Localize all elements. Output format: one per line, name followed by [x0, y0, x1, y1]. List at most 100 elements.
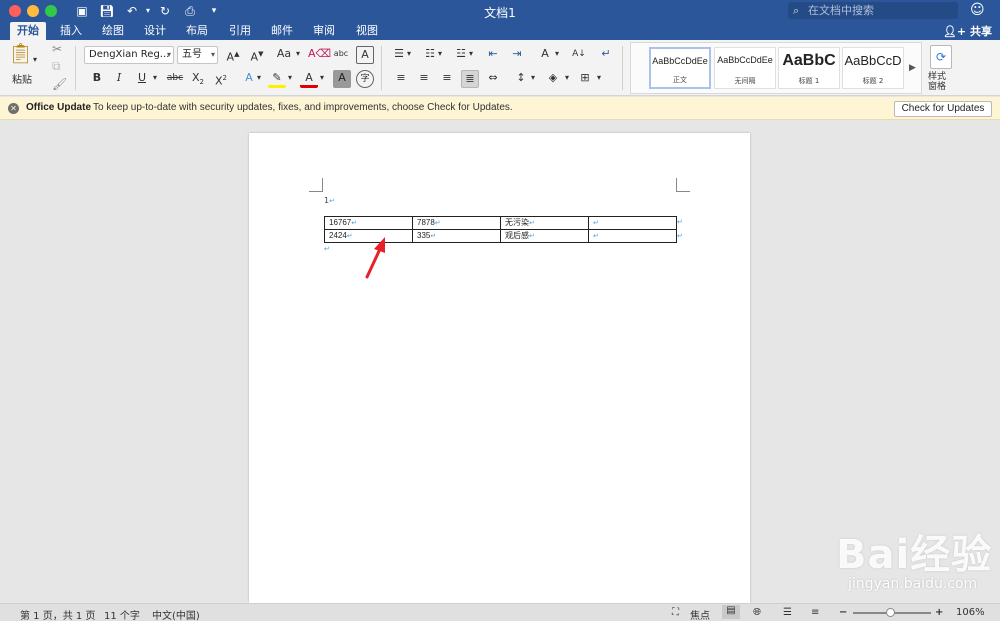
word-count[interactable]: 11 个字: [104, 607, 140, 621]
focus-label[interactable]: 焦点: [690, 607, 710, 621]
show-paragraph-marks-icon[interactable]: ↵: [597, 46, 615, 64]
highlight-icon[interactable]: ✎: [268, 70, 286, 88]
multilevel-list-dropdown-icon[interactable]: ▾: [469, 46, 473, 62]
tab-layout[interactable]: 布局: [179, 22, 215, 40]
paste-label[interactable]: 粘贴: [12, 73, 32, 89]
style-normal[interactable]: AaBbCcDdEe 正文: [649, 47, 711, 89]
zoom-level[interactable]: 106%: [956, 607, 985, 618]
tab-insert[interactable]: 插入: [53, 22, 89, 40]
tab-review[interactable]: 审阅: [306, 22, 342, 40]
borders-dropdown-icon[interactable]: ▾: [597, 70, 601, 86]
numbering-icon[interactable]: ☷: [421, 46, 439, 64]
font-size-select[interactable]: 五号 ▾: [177, 46, 218, 64]
font-color-dropdown-icon[interactable]: ▾: [320, 70, 324, 86]
text-effects-dropdown-icon[interactable]: ▾: [257, 70, 261, 86]
borders-icon[interactable]: ⊞: [576, 70, 594, 88]
enclose-characters-icon[interactable]: 字: [356, 70, 374, 88]
document-page[interactable]: 1↵ 16767↵ 7878↵ 无污染↵ ↵ 2424↵ 335↵ 观后感↵ ↵…: [249, 133, 750, 603]
update-message-bar: ✕ Office Update To keep up-to-date with …: [0, 97, 1000, 120]
web-layout-icon[interactable]: 🌐︎: [753, 607, 761, 618]
table-cell[interactable]: 16767↵: [324, 216, 413, 230]
asian-layout-icon[interactable]: A: [536, 46, 554, 64]
language-indicator[interactable]: 中文(中国): [152, 607, 200, 621]
style-heading-2[interactable]: AaBbCcD 标题 2: [842, 47, 904, 89]
bold-icon[interactable]: B: [88, 70, 106, 88]
strikethrough-icon[interactable]: abc: [166, 70, 184, 88]
tab-view[interactable]: 视图: [349, 22, 385, 40]
styles-more-chevron-icon[interactable]: ▶: [909, 60, 916, 76]
distributed-icon[interactable]: ⇔: [484, 70, 502, 88]
cell-text: 无污染: [505, 218, 529, 227]
styles-pane-icon[interactable]: ⟳: [930, 45, 952, 69]
page-count[interactable]: 第 1 页，共 1 页: [20, 607, 95, 621]
search-placeholder: 在文档中搜索: [808, 4, 874, 17]
styles-pane-button[interactable]: 样式 窗格: [928, 72, 946, 92]
cut-icon[interactable]: ✂: [52, 41, 62, 57]
align-right-icon[interactable]: ≡: [438, 70, 456, 88]
clear-formatting-icon[interactable]: A⌫: [308, 46, 331, 64]
tab-mailings[interactable]: 邮件: [264, 22, 300, 40]
decrease-indent-icon[interactable]: ⇤: [484, 46, 502, 64]
shading-icon[interactable]: ◈: [544, 70, 562, 88]
style-sample: AaBbCcDdEe: [652, 56, 708, 66]
share-button[interactable]: 👤︎+ 共享: [943, 23, 992, 39]
bullets-icon[interactable]: ☰: [390, 46, 408, 64]
subscript-icon[interactable]: X2: [189, 70, 207, 88]
font-color-icon[interactable]: A: [300, 70, 318, 88]
check-for-updates-button[interactable]: Check for Updates: [894, 101, 992, 117]
table-cell[interactable]: 335↵: [412, 229, 501, 243]
format-painter-icon[interactable]: 🖌︎: [52, 76, 67, 92]
close-icon[interactable]: ✕: [8, 103, 19, 114]
character-shading-icon[interactable]: A: [333, 70, 351, 88]
numbering-dropdown-icon[interactable]: ▾: [438, 46, 442, 62]
tab-references[interactable]: 引用: [222, 22, 258, 40]
copy-icon[interactable]: ⧉: [52, 58, 61, 74]
superscript-icon[interactable]: X2: [212, 70, 230, 88]
outline-view-icon[interactable]: ☰: [783, 607, 792, 618]
line-spacing-icon[interactable]: ↕: [512, 70, 530, 88]
zoom-slider-thumb[interactable]: [886, 608, 895, 617]
align-center-icon[interactable]: ≡: [415, 70, 433, 88]
align-left-icon[interactable]: ≡: [392, 70, 410, 88]
multilevel-list-icon[interactable]: ☳: [452, 46, 470, 64]
tab-design[interactable]: 设计: [137, 22, 173, 40]
style-heading-1[interactable]: AaBbC 标题 1: [778, 47, 840, 89]
grow-font-icon[interactable]: A▲: [224, 46, 242, 64]
font-name-select[interactable]: DengXian Reg... ▾: [84, 46, 174, 64]
phonetic-guide-icon[interactable]: abc: [332, 46, 350, 64]
table-cell[interactable]: 观后感↵: [500, 229, 589, 243]
table-cell[interactable]: ↵: [588, 216, 677, 230]
table-cell[interactable]: 7878↵: [412, 216, 501, 230]
focus-icon[interactable]: ⛶: [672, 607, 679, 618]
change-case-dropdown-icon[interactable]: ▾: [296, 46, 300, 62]
tab-draw[interactable]: 绘图: [95, 22, 131, 40]
print-layout-icon[interactable]: ▤: [722, 605, 740, 619]
cell-text: 335: [417, 231, 431, 240]
justify-icon[interactable]: ≣: [461, 70, 479, 88]
underline-icon[interactable]: U: [133, 70, 151, 88]
asian-layout-dropdown-icon[interactable]: ▾: [555, 46, 559, 62]
highlight-dropdown-icon[interactable]: ▾: [288, 70, 292, 86]
tab-home[interactable]: 开始: [10, 22, 46, 40]
table-cell[interactable]: 无污染↵: [500, 216, 589, 230]
zoom-in-icon[interactable]: +: [935, 607, 943, 618]
text-effects-icon[interactable]: A: [240, 70, 258, 88]
shrink-font-icon[interactable]: A▼: [248, 46, 266, 64]
line-spacing-dropdown-icon[interactable]: ▾: [531, 70, 535, 86]
increase-indent-icon[interactable]: ⇥: [508, 46, 526, 64]
search-input[interactable]: ⌕ 在文档中搜索: [788, 2, 958, 19]
zoom-out-icon[interactable]: −: [839, 607, 847, 618]
character-border-icon[interactable]: A: [356, 46, 374, 64]
underline-dropdown-icon[interactable]: ▾: [153, 70, 157, 86]
bullets-dropdown-icon[interactable]: ▾: [407, 46, 411, 62]
paste-clipboard-icon[interactable]: 📋︎: [8, 43, 33, 71]
table-cell[interactable]: ↵: [588, 229, 677, 243]
style-no-spacing[interactable]: AaBbCcDdEe 无间隔: [714, 47, 776, 89]
shading-dropdown-icon[interactable]: ▾: [565, 70, 569, 86]
change-case-icon[interactable]: Aa: [275, 46, 293, 64]
italic-icon[interactable]: I: [110, 70, 128, 88]
sort-icon[interactable]: A↓: [570, 46, 588, 64]
draft-view-icon[interactable]: ≡: [811, 607, 819, 618]
paste-dropdown-icon[interactable]: ▾: [33, 52, 37, 68]
feedback-smiley-icon[interactable]: ☺: [970, 2, 985, 18]
